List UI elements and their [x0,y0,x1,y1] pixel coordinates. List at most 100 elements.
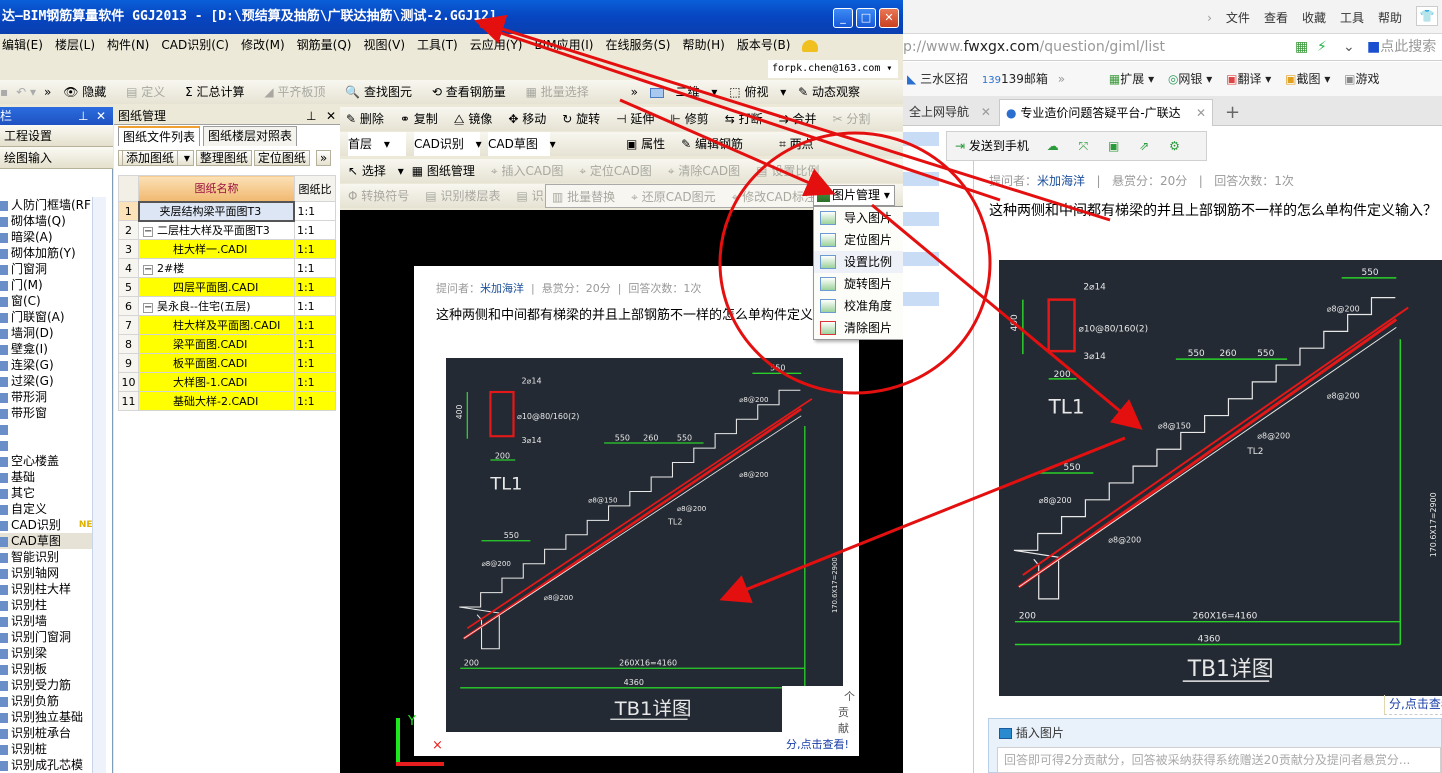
dynamic-view-button[interactable]: ✎ 动态观察 [798,85,868,99]
menu-modify[interactable]: 修改(M) [241,38,285,52]
nav-item[interactable]: 识别板 [0,661,92,677]
nav-item[interactable]: 识别柱大样 [0,581,92,597]
insert-image-button[interactable]: 插入图片 [989,719,1441,747]
games-button[interactable]: ▣游戏 [1344,72,1379,86]
menu-view[interactable]: 视图(V) [363,38,405,52]
nav-item[interactable]: 识别受力筋 [0,677,92,693]
convert-symbol-button[interactable]: Φ 转换符号 [348,189,417,203]
drawing-row[interactable]: 2− 二层柱大样及平面图T3 1:1 [118,220,337,240]
drawing-manage-button[interactable]: ▦ 图纸管理 [412,164,483,178]
user-account-dropdown[interactable]: forpk.chen@163.com ▾ [768,60,898,78]
question-cad-image[interactable]: 2⌀14 ⌀10@80/160(2) 3⌀14 400 200 550 260 550 550 5… [999,260,1442,696]
nav-item[interactable]: 识别独立基础 [0,709,92,725]
clear-cad-button[interactable]: ⌖ 清除CAD图 [668,164,748,178]
drawing-scale-cell[interactable]: 1:1 [293,296,337,316]
trim-button[interactable]: ⊩ 修剪 [670,112,716,126]
nav-item[interactable]: 门窗洞 [0,261,92,277]
restore-cad-button[interactable]: ⌖ 还原CAD图元 [631,190,723,204]
menu-locate-picture[interactable]: 定位图片 [814,229,916,251]
menu-cad[interactable]: CAD识别(C) [161,38,229,52]
view-mode-dropdown[interactable]: 二维 ▾ [649,85,717,99]
drawing-name-cell[interactable]: 柱大样及平面图.CADI [138,315,295,335]
nav-item[interactable]: 识别柱 [0,597,92,613]
qr-code-icon[interactable]: ▦ [1295,34,1308,61]
drawing-scale-cell[interactable]: 1:1 [293,258,337,278]
view-link[interactable]: 分,点击查看 [1384,695,1442,715]
fullscreen-icon[interactable]: ⤧ [1079,139,1089,153]
nav-item[interactable]: 识别桩承台 [0,725,92,741]
hide-button[interactable]: 👁 隐藏 [63,85,114,99]
edit-rebar-button[interactable]: ✎ 编辑钢筋 [681,137,751,151]
nav-item[interactable]: CAD草图 [0,533,92,549]
drawing-name-cell[interactable]: 四层平面图.CADI [138,277,295,297]
insert-cad-button[interactable]: ⌖ 插入CAD图 [491,164,571,178]
drawing-scale-cell[interactable]: 1:1 [293,277,337,297]
collapse-icon[interactable]: − [143,303,153,313]
category-select[interactable]: CAD识别 ▾ [414,132,482,156]
view-rebar-button[interactable]: ⟲ 查看钢筋量 [432,85,514,99]
close-tab-icon[interactable]: ✕ [981,105,991,119]
move-button[interactable]: ✥ 移动 [508,112,554,126]
drawing-name-cell[interactable]: −2#楼 [138,258,295,278]
batch-replace-button[interactable]: ▥ 批量替换 [552,190,623,204]
drawing-name-cell[interactable]: 夹层结构梁平面图T3 [137,200,296,222]
nav-item[interactable]: CAD识别NEW [0,517,92,533]
nav-item[interactable]: 过梁(G) [0,373,92,389]
fav-139mail[interactable]: 139139邮箱 [982,72,1048,86]
drawing-row[interactable]: 10 大样图-1.CADI 1:1 [118,372,337,392]
add-drawing-button[interactable]: 添加图纸 ▾ [118,150,194,166]
menu-help[interactable]: 帮助(H) [682,38,724,52]
tab-question-platform[interactable]: ● 专业造价问题答疑平台-广联达 ✕ [999,99,1213,126]
menu-set-scale[interactable]: 设置比例 [814,251,916,273]
subcategory-select[interactable]: CAD草图 ▾ [488,132,556,156]
nav-item[interactable] [0,437,92,453]
fav-sanshui[interactable]: ◣ 三水区招 [907,72,968,86]
nav-item[interactable]: 窗(C) [0,293,92,309]
nav-item[interactable]: 门联窗(A) [0,309,92,325]
menu-cloud[interactable]: 云应用(Y) [470,38,523,52]
recognize-floor-table-button[interactable]: ▤ 识别楼层表 [425,189,508,203]
drawing-scale-cell[interactable]: 1:1 [293,239,337,259]
nav-item[interactable]: 壁龛(I) [0,341,92,357]
set-scale-button[interactable]: ▤ 设置比例 [756,164,827,178]
delete-button[interactable]: ✎ 删除 [346,112,392,126]
locate-cad-button[interactable]: ⌖ 定位CAD图 [579,164,659,178]
close-tab-icon[interactable]: ✕ [1196,100,1206,127]
drawing-name-cell[interactable]: 基础大样-2.CADI [138,391,295,411]
locate-drawing-button[interactable]: 定位图纸 [253,150,310,166]
drawing-scale-cell[interactable]: 1:1 [293,201,337,221]
view-angle-dropdown[interactable]: ⬚ 俯视 ▾ [729,85,786,99]
menu-clear-picture[interactable]: 清除图片 [814,317,916,339]
browser-menu-help[interactable]: 帮助 [1378,11,1402,25]
nav-item[interactable]: 识别负筋 [0,693,92,709]
browser-menu-file[interactable]: 文件 [1226,11,1250,25]
send-to-phone-button[interactable]: ⇥ 发送到手机 [955,139,1029,153]
drawing-row[interactable]: 9 板平面图.CADI 1:1 [118,353,337,373]
browser-menu-tools[interactable]: 工具 [1340,11,1364,25]
save-page-icon[interactable]: ▣ [1108,139,1119,153]
picture-manage-dropdown[interactable]: 图片管理 ▾ [813,185,895,206]
menu-rebar[interactable]: 钢筋量(Q) [297,38,352,52]
nav-item[interactable]: 其它 [0,485,92,501]
drawing-scale-cell[interactable]: 1:1 [293,334,337,354]
drawing-row[interactable]: 11 基础大样-2.CADI 1:1 [118,391,337,411]
menu-online[interactable]: 在线服务(S) [605,38,670,52]
drawing-row[interactable]: 6− 吴永良--住宅(五层) 1:1 [118,296,337,316]
summary-calc-button[interactable]: Σ 汇总计算 [185,85,252,99]
nav-item[interactable]: 砌体加筋(Y) [0,245,92,261]
nav-item[interactable]: 识别梁 [0,645,92,661]
search-box[interactable]: ■点此搜索 [1367,34,1442,61]
drawing-row[interactable]: 5 四层平面图.CADI 1:1 [118,277,337,297]
tab-drawing-file-list[interactable]: 图纸文件列表 [118,126,201,146]
floor-select[interactable]: 首层 ▾ [348,132,406,156]
extend-button[interactable]: ⊣ 延伸 [616,112,662,126]
url-dropdown-icon[interactable]: ⌄ [1343,34,1355,61]
drawing-row[interactable]: 7 柱大样及平面图.CADI 1:1 [118,315,337,335]
drawing-scale-cell[interactable]: 1:1 [293,353,337,373]
column-header-scale[interactable]: 图纸比 [293,175,337,202]
maximize-button[interactable]: □ [856,8,876,28]
two-point-button[interactable]: ⌗ 两点 [779,137,822,151]
helmet-icon[interactable] [802,39,819,52]
new-tab-button[interactable]: + [1219,99,1246,126]
define-button[interactable]: ▤ 定义 [126,85,173,99]
